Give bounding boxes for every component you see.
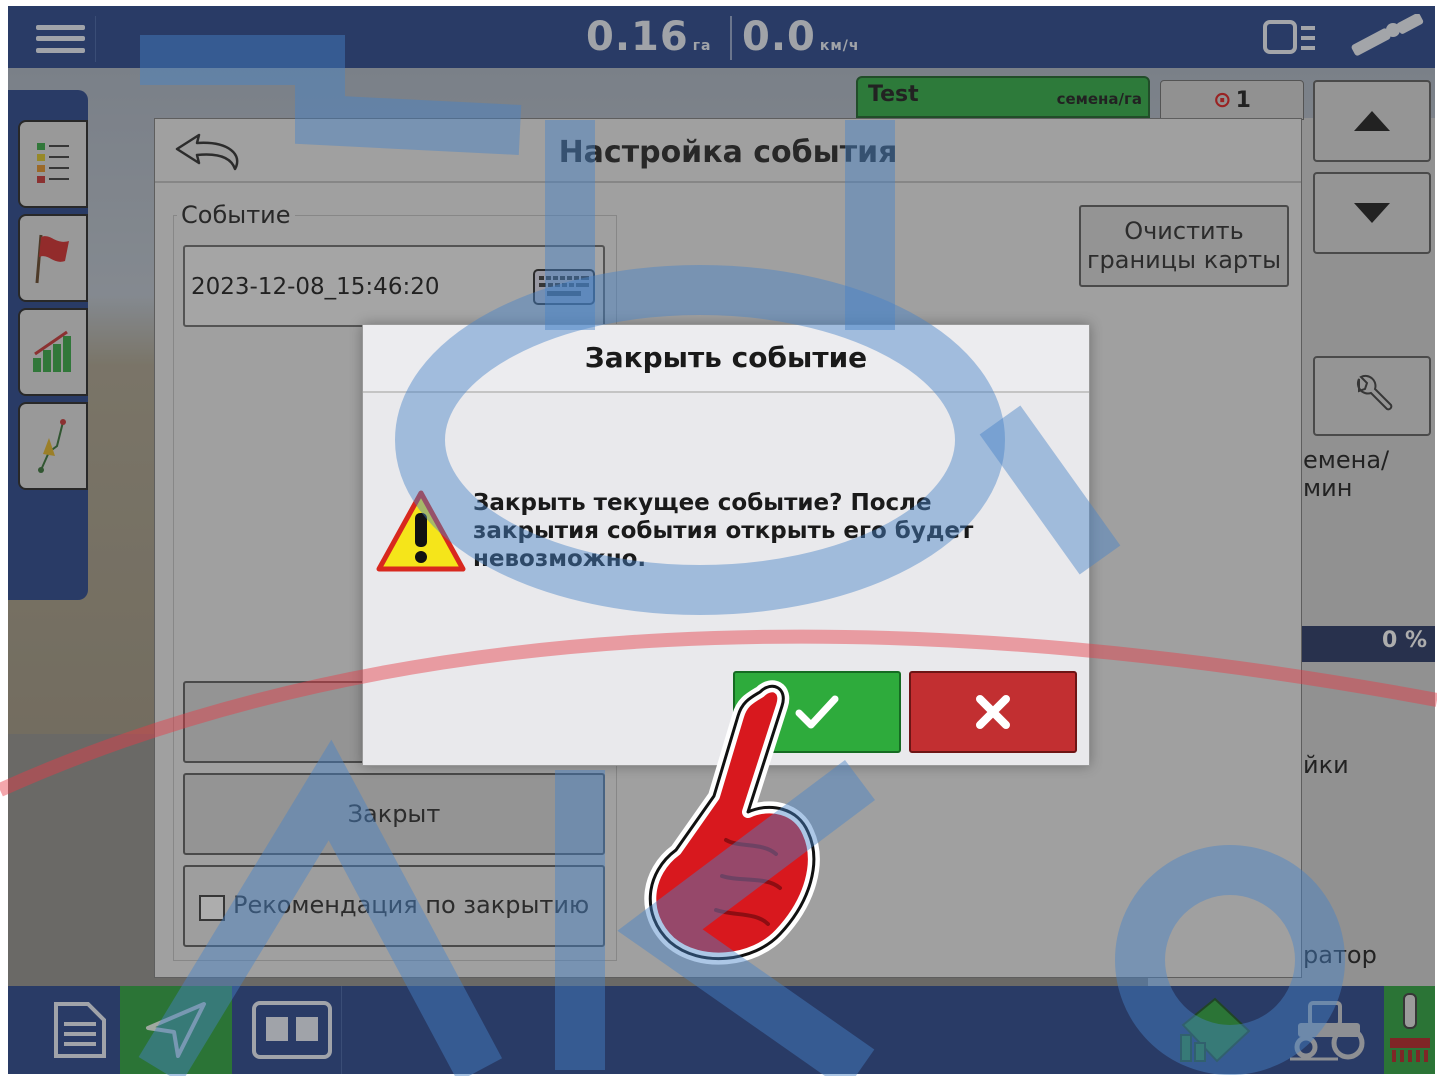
cancel-button[interactable] xyxy=(909,671,1077,753)
dialog-message-line: Закрыть текущее событие? После xyxy=(473,490,932,516)
dialog-titlebar: Закрыть событие xyxy=(363,325,1089,393)
dialog-message-line: невозможно. xyxy=(473,546,647,572)
close-icon xyxy=(976,695,1010,729)
warning-icon xyxy=(376,490,466,572)
dialog-title: Закрыть событие xyxy=(584,341,868,374)
dialog-message: Закрыть текущее событие? После закрытия … xyxy=(473,489,1033,573)
dialog-message-line: закрытия события открыть его будет xyxy=(473,518,974,544)
pointing-hand-icon xyxy=(644,680,820,965)
